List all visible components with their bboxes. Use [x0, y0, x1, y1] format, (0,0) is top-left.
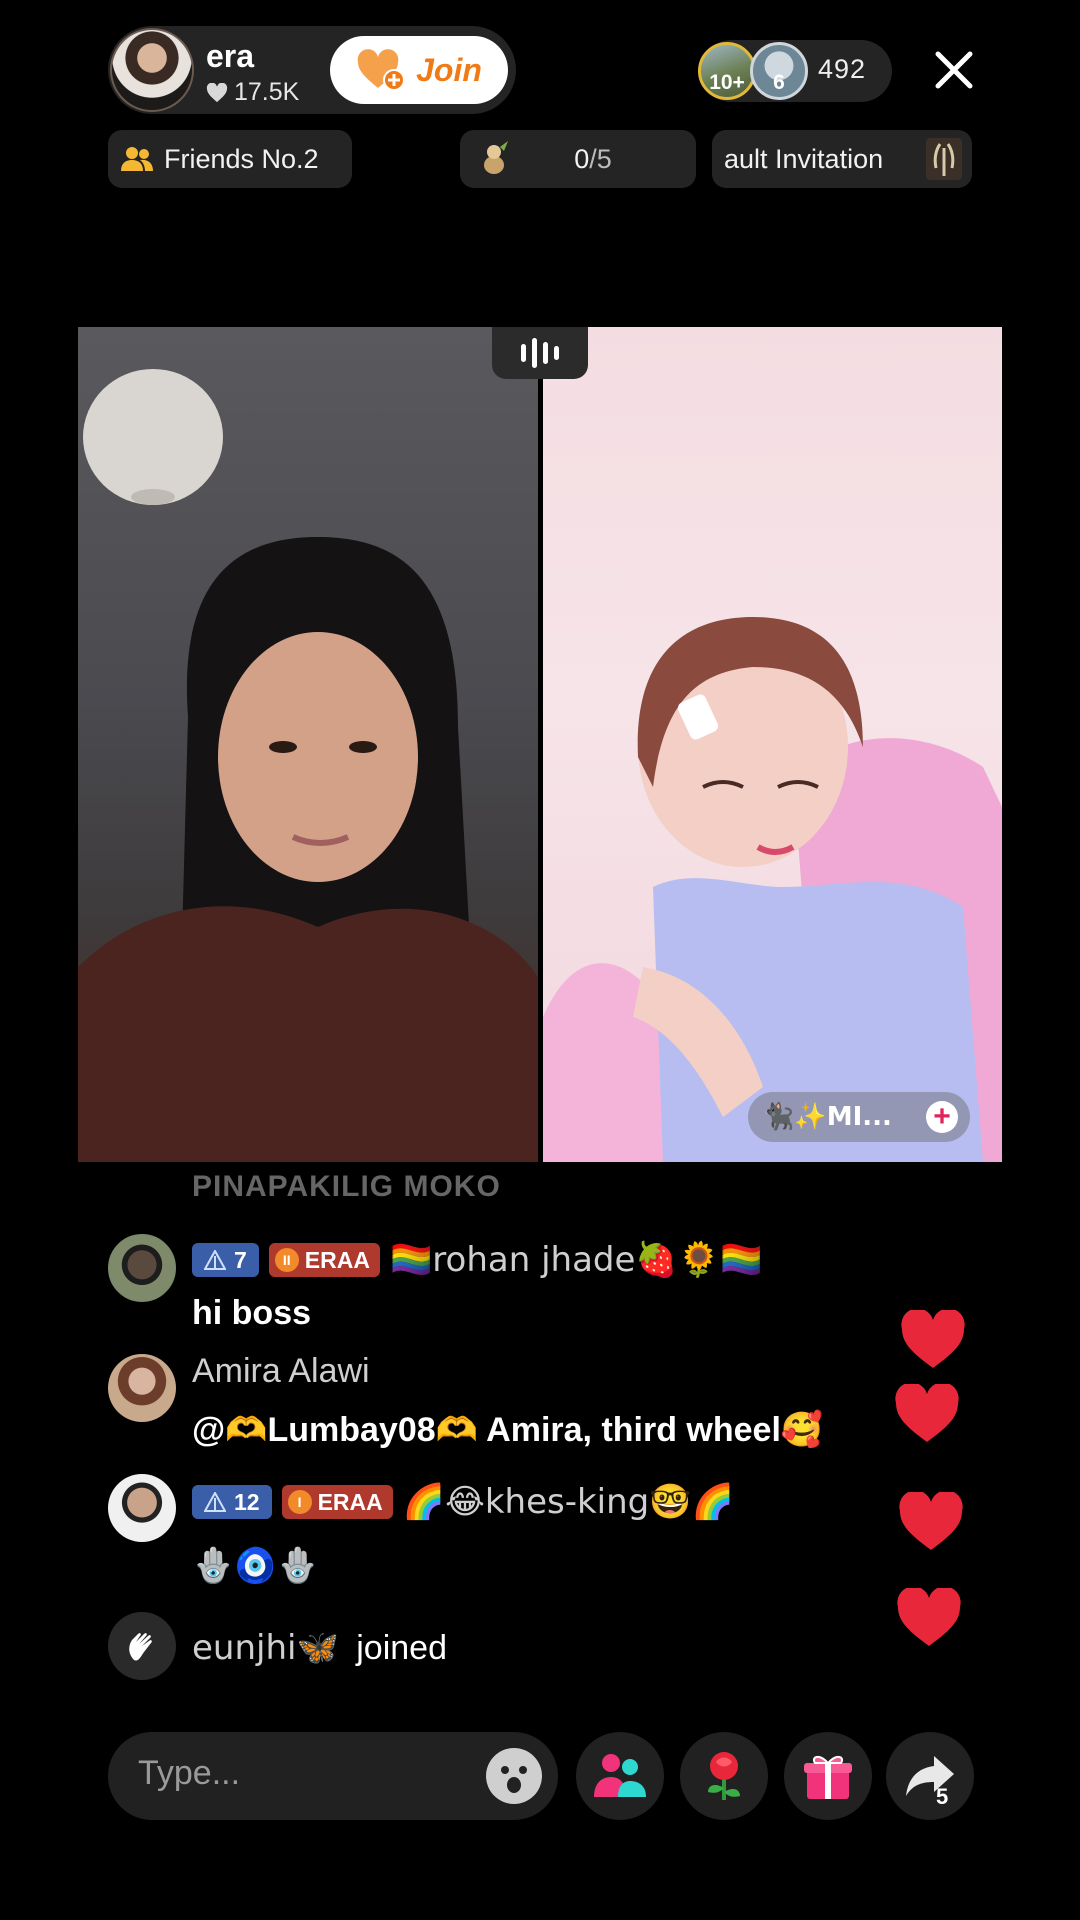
chat-avatar[interactable]: [108, 1474, 176, 1542]
chat-meta: 7 II ERAA 🏳️‍🌈rohan jhade🍓🌻🏳️‍🌈: [192, 1240, 762, 1280]
level-badge: 12: [192, 1485, 272, 1519]
chat-username[interactable]: 🌈😂khes-king🤓🌈: [403, 1482, 734, 1522]
guest-video-scene: [543, 617, 1002, 1162]
goal-current: 0: [574, 143, 590, 174]
fan-heart-icon: I: [287, 1490, 312, 1514]
chat-message-text: 🪬🧿🪬: [192, 1546, 320, 1586]
emoji-face-icon[interactable]: [486, 1748, 542, 1804]
guest-video-feed[interactable]: [543, 327, 1002, 1162]
chat-avatar[interactable]: [108, 1354, 176, 1422]
chat-meta: 12 I ERAA 🌈😂khes-king🤓🌈: [192, 1482, 734, 1522]
host-likes-count: 17.5K: [234, 78, 300, 106]
friends-chip-label: Friends No.2: [164, 143, 319, 174]
comment-placeholder: Type...: [138, 1754, 241, 1792]
top-viewer-avatar[interactable]: 10+: [698, 42, 756, 100]
join-button[interactable]: Join: [330, 36, 508, 104]
heart-icon: [206, 82, 228, 102]
fan-heart-icon: II: [274, 1248, 299, 1272]
viewer-rank-badge: 6: [773, 71, 785, 94]
rose-icon: [708, 1752, 740, 1800]
join-event: eunjhi🦋 joined: [192, 1628, 447, 1668]
invitation-label: ault Invitation: [724, 143, 884, 174]
wave-hand-icon: [129, 1633, 152, 1661]
floating-heart-icon: [901, 1310, 965, 1368]
level-triangle-icon: [204, 1250, 226, 1270]
host-name: era: [206, 38, 255, 74]
heart-plus-icon: [357, 49, 406, 91]
host-avatar[interactable]: [110, 28, 194, 112]
multi-guest-button[interactable]: [576, 1732, 664, 1820]
trident-icon: [926, 138, 962, 180]
floating-heart-icon: [899, 1492, 963, 1550]
goal-total: /5: [589, 143, 612, 174]
chat-avatar[interactable]: [108, 1234, 176, 1302]
share-count: 5: [936, 1784, 949, 1809]
host-video-feed[interactable]: [78, 327, 538, 1162]
viewer-rank-badge: 10+: [709, 71, 745, 94]
level-triangle-icon: [204, 1492, 226, 1512]
close-icon[interactable]: [930, 46, 978, 94]
pk-divider-handle[interactable]: [492, 327, 588, 379]
gift-button[interactable]: [784, 1732, 872, 1820]
users-icon: [121, 147, 153, 171]
invitation-chip[interactable]: ault Invitation: [712, 130, 972, 188]
gift-icon: [804, 1756, 852, 1799]
fan-club-badge: I ERAA: [281, 1485, 393, 1519]
join-event-action: joined: [356, 1629, 447, 1667]
chat-message-text: hi boss: [192, 1294, 312, 1332]
follow-guest-button[interactable]: +: [926, 1101, 958, 1133]
guest-name: 🐈‍⬛✨MI...: [762, 1102, 892, 1132]
floating-heart-icon: [895, 1384, 959, 1442]
viewer-count[interactable]: 492: [818, 54, 866, 85]
friends-ranking-chip[interactable]: Friends No.2: [108, 130, 352, 188]
wave-avatar: [108, 1612, 176, 1680]
host-video-scene: [78, 369, 538, 1162]
guests-icon: [594, 1754, 646, 1797]
chat-username[interactable]: Amira Alawi: [192, 1352, 370, 1391]
goal-chip[interactable]: 0/5: [460, 130, 696, 188]
faded-chat-line: PINAPAKILIG MOKO: [192, 1170, 501, 1203]
floating-heart-icon: [897, 1588, 961, 1646]
rose-gift-button[interactable]: [680, 1732, 768, 1820]
chat-message-text: @🫶Lumbay08🫶 Amira, third wheel🥰: [192, 1411, 824, 1449]
fan-club-badge: II ERAA: [268, 1243, 380, 1277]
share-button[interactable]: [886, 1732, 974, 1820]
gift-goal-icon: [484, 141, 508, 174]
chat-username[interactable]: 🏳️‍🌈rohan jhade🍓🌻🏳️‍🌈: [390, 1240, 762, 1280]
host-likes: 17.5K: [206, 78, 299, 107]
join-event-username[interactable]: eunjhi🦋: [192, 1628, 339, 1668]
join-label: Join: [416, 51, 482, 88]
top-viewer-avatar[interactable]: 6: [750, 42, 808, 100]
level-badge: 7: [192, 1243, 259, 1277]
